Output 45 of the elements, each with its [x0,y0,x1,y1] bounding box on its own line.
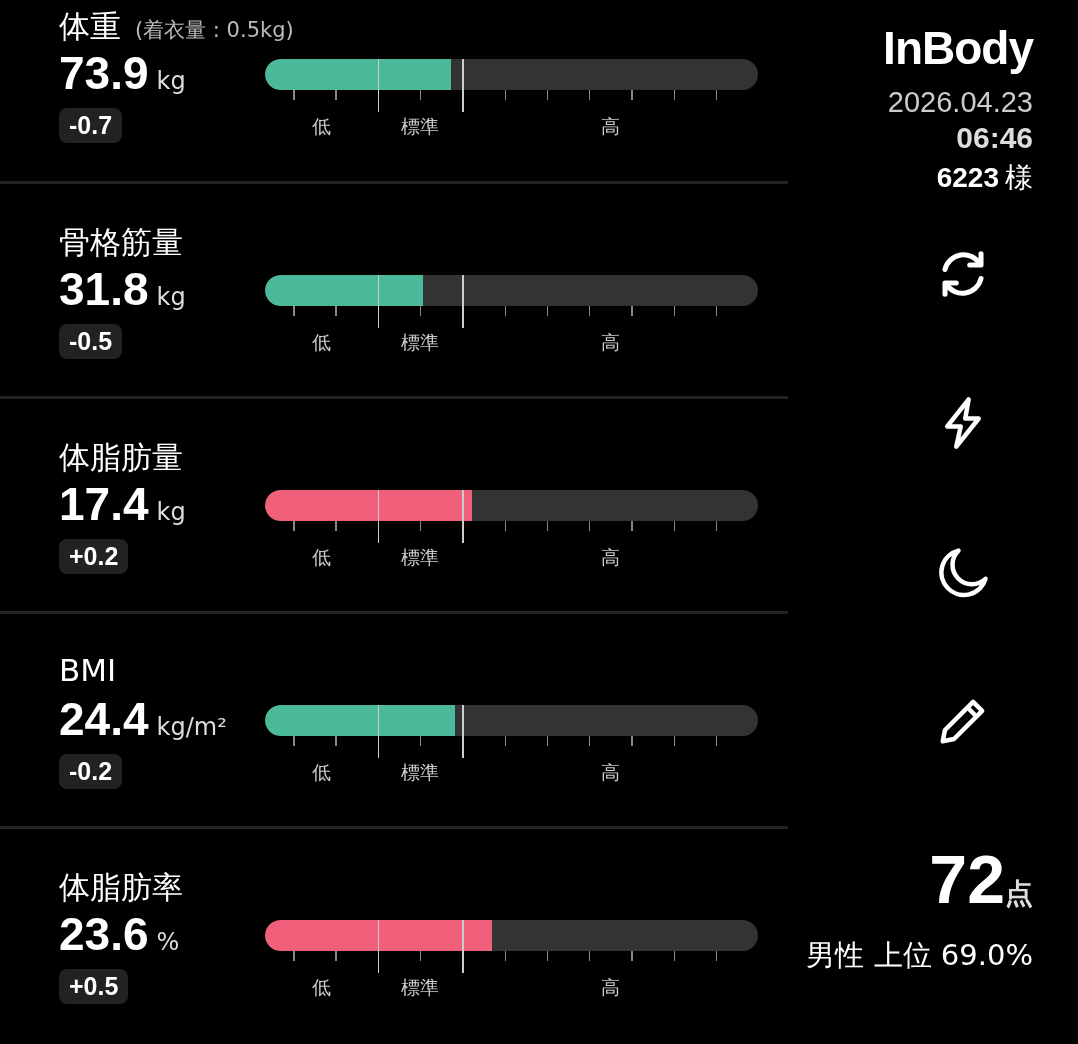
change-badge: +0.5 [59,969,129,1004]
scale-label: 標準 [401,330,440,355]
measure-date: 2026.04.23 [887,86,1033,119]
metric-value: 24.4 [59,692,149,746]
metric-name: BMI [59,652,117,688]
metric-name: 体脂肪率 [59,868,183,907]
metric-unit: % [156,928,180,956]
scale-label: 高 [600,545,620,570]
change-badge: -0.7 [59,108,123,143]
score-unit: 点 [1005,876,1033,912]
metric-name: 骨格筋量 [59,223,183,262]
metric-unit: kg [156,498,186,526]
metric-unit: kg [156,283,186,311]
metric-value: 17.4 [59,477,149,531]
rank-text: 男性 上位 69.0% [806,937,1033,974]
metric-note: (着衣量 : 0.5kg) [135,17,294,44]
brand-logo: InBody [883,22,1033,74]
metric-name: 体脂肪量 [59,438,183,477]
scale-label: 標準 [401,545,440,570]
scale-label: 高 [600,975,620,1000]
change-badge: +0.2 [59,539,129,574]
change-badge: -0.5 [59,324,123,359]
metric-unit: kg/m² [156,713,227,741]
metric-value: 23.6 [59,907,149,961]
scale-label: 標準 [401,114,440,139]
score-value: 72 [929,840,1005,918]
moon-icon[interactable] [936,545,990,599]
scale-label: 低 [311,760,331,785]
scale-label: 高 [600,114,620,139]
measure-time: 06:46 [956,121,1033,155]
scale-label: 標準 [401,975,440,1000]
user-id: 6223 [936,162,999,194]
honorific: 様 [1005,160,1033,196]
scale-label: 標準 [401,760,440,785]
metric-value: 31.8 [59,262,149,316]
scale-label: 低 [311,545,331,570]
metric-unit: kg [156,67,186,95]
scale-label: 低 [311,330,331,355]
scale-label: 高 [600,760,620,785]
change-badge: -0.2 [59,754,123,789]
metric-value: 73.9 [59,46,149,100]
metric-name: 体重 [59,7,121,46]
scale-label: 低 [311,114,331,139]
scale-label: 高 [600,330,620,355]
scale-label: 低 [311,975,331,1000]
